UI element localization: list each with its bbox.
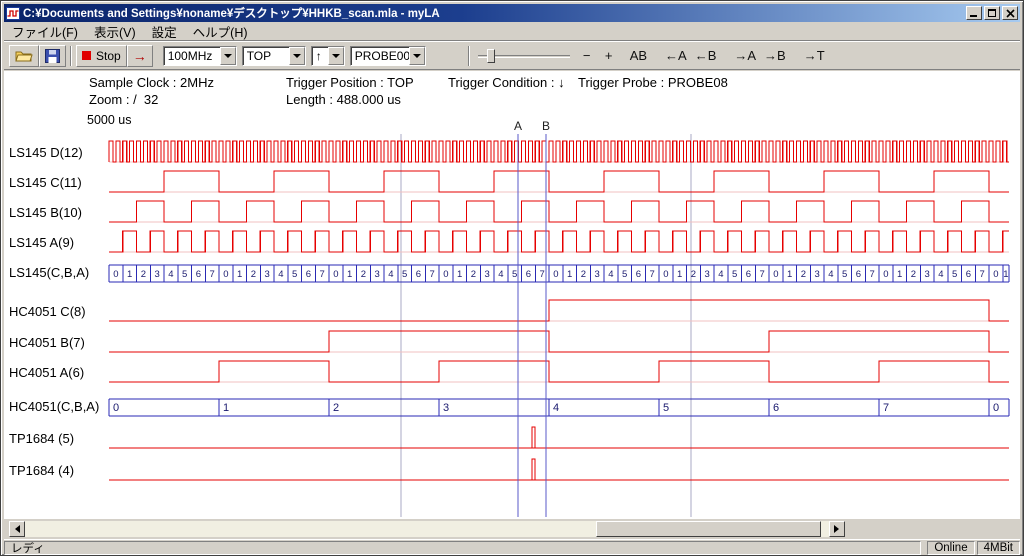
time-scale-label: 5000 us xyxy=(87,113,131,127)
close-button[interactable] xyxy=(1002,6,1018,20)
channel-label: LS145 B(10) xyxy=(9,205,105,220)
ab-cursor-button[interactable]: AB xyxy=(626,45,651,67)
slider-thumb[interactable] xyxy=(487,49,495,63)
cursor-b-right-button[interactable]: →B xyxy=(760,45,790,67)
zoom-out-button[interactable]: − xyxy=(576,45,598,67)
channel-label: TP1684 (4) xyxy=(9,463,105,478)
chevron-down-icon[interactable] xyxy=(328,47,344,65)
goto-trigger-button[interactable]: →T xyxy=(800,45,829,67)
cursor-a-right-button[interactable]: →A xyxy=(730,45,760,67)
probe-value: PROBE00 xyxy=(351,47,409,65)
cursor-b-left-button[interactable]: ←B xyxy=(691,45,721,67)
channel-label: LS145(C,B,A) xyxy=(9,265,105,280)
channel-label: HC4051(C,B,A) xyxy=(9,399,105,414)
chevron-down-icon[interactable] xyxy=(289,47,305,65)
app-window: C:¥Documents and Settings¥noname¥デスクトップ¥… xyxy=(0,0,1024,556)
status-online-badge: Online xyxy=(927,541,974,555)
scroll-left-button[interactable] xyxy=(9,521,25,537)
trigger-position-select[interactable]: TOP xyxy=(242,46,306,66)
stop-label: Stop xyxy=(96,49,121,63)
cursor-a-left-button[interactable]: ←A xyxy=(661,45,691,67)
trigger-position-value: TOP xyxy=(243,47,289,65)
close-icon xyxy=(1003,7,1019,21)
app-icon xyxy=(6,7,20,20)
status-message: レディ xyxy=(4,541,921,555)
zoom-info: Zoom : / 32 xyxy=(89,92,158,107)
triangle-left-icon xyxy=(11,525,20,533)
sample-rate-select[interactable]: 100MHz xyxy=(163,46,237,66)
trigger-edge-value: ↑ xyxy=(312,47,328,65)
zoom-in-button[interactable]: + xyxy=(598,45,620,67)
trigger-condition-info: Trigger Condition : ↓ xyxy=(448,75,565,90)
toolbar-separator xyxy=(70,46,72,66)
chevron-down-icon[interactable] xyxy=(409,47,425,65)
toolbar-separator xyxy=(468,46,470,66)
channel-label: HC4051 B(7) xyxy=(9,335,105,350)
scroll-right-button[interactable] xyxy=(829,521,845,537)
triangle-right-icon xyxy=(834,525,843,533)
run-arrow-icon: → xyxy=(133,48,147,64)
channel-label: HC4051 A(6) xyxy=(9,365,105,380)
menu-settings[interactable]: 設定 xyxy=(144,20,185,43)
trigger-probe-info: Trigger Probe : PROBE08 xyxy=(578,75,728,90)
channel-label: LS145 D(12) xyxy=(9,145,105,160)
trigger-position-info: Trigger Position : TOP xyxy=(286,75,414,90)
channel-label: LS145 A(9) xyxy=(9,235,105,250)
scrollbar-thumb[interactable] xyxy=(596,521,821,537)
waveform-panel[interactable] xyxy=(101,131,1019,521)
stop-icon xyxy=(82,51,91,60)
open-folder-icon xyxy=(15,49,33,62)
sample-clock-info: Sample Clock : 2MHz xyxy=(89,75,214,90)
menu-help[interactable]: ヘルプ(H) xyxy=(185,20,256,43)
probe-select[interactable]: PROBE00 xyxy=(350,46,426,66)
save-button[interactable] xyxy=(39,45,66,67)
floppy-disk-icon xyxy=(45,49,60,63)
run-button[interactable]: → xyxy=(127,45,153,67)
zoom-slider[interactable] xyxy=(478,47,570,65)
channel-label: LS145 C(11) xyxy=(9,175,105,190)
status-memory-badge: 4MBit xyxy=(977,541,1020,555)
toolbar: Stop → 100MHz TOP ↑ PROBE00 − + AB ←A xyxy=(4,41,1020,70)
stop-button[interactable]: Stop xyxy=(76,45,127,67)
channel-label: TP1684 (5) xyxy=(9,431,105,446)
maximize-icon xyxy=(988,9,996,17)
open-button[interactable] xyxy=(9,45,39,67)
maximize-button[interactable] xyxy=(984,6,1000,20)
minimize-button[interactable] xyxy=(966,6,982,20)
chevron-down-icon[interactable] xyxy=(220,47,236,65)
length-info: Length : 488.000 us xyxy=(286,92,401,107)
status-bar: レディ Online 4MBit xyxy=(4,539,1020,555)
menu-view[interactable]: 表示(V) xyxy=(86,20,144,43)
channel-label: HC4051 C(8) xyxy=(9,304,105,319)
minimize-icon xyxy=(970,15,977,17)
scrollbar-track[interactable] xyxy=(25,521,829,537)
sample-rate-value: 100MHz xyxy=(164,47,220,65)
horizontal-scrollbar[interactable] xyxy=(9,521,845,537)
menu-bar: ファイル(F) 表示(V) 設定 ヘルプ(H) xyxy=(4,22,1020,41)
trigger-edge-select[interactable]: ↑ xyxy=(311,46,345,66)
menu-file[interactable]: ファイル(F) xyxy=(4,20,86,43)
